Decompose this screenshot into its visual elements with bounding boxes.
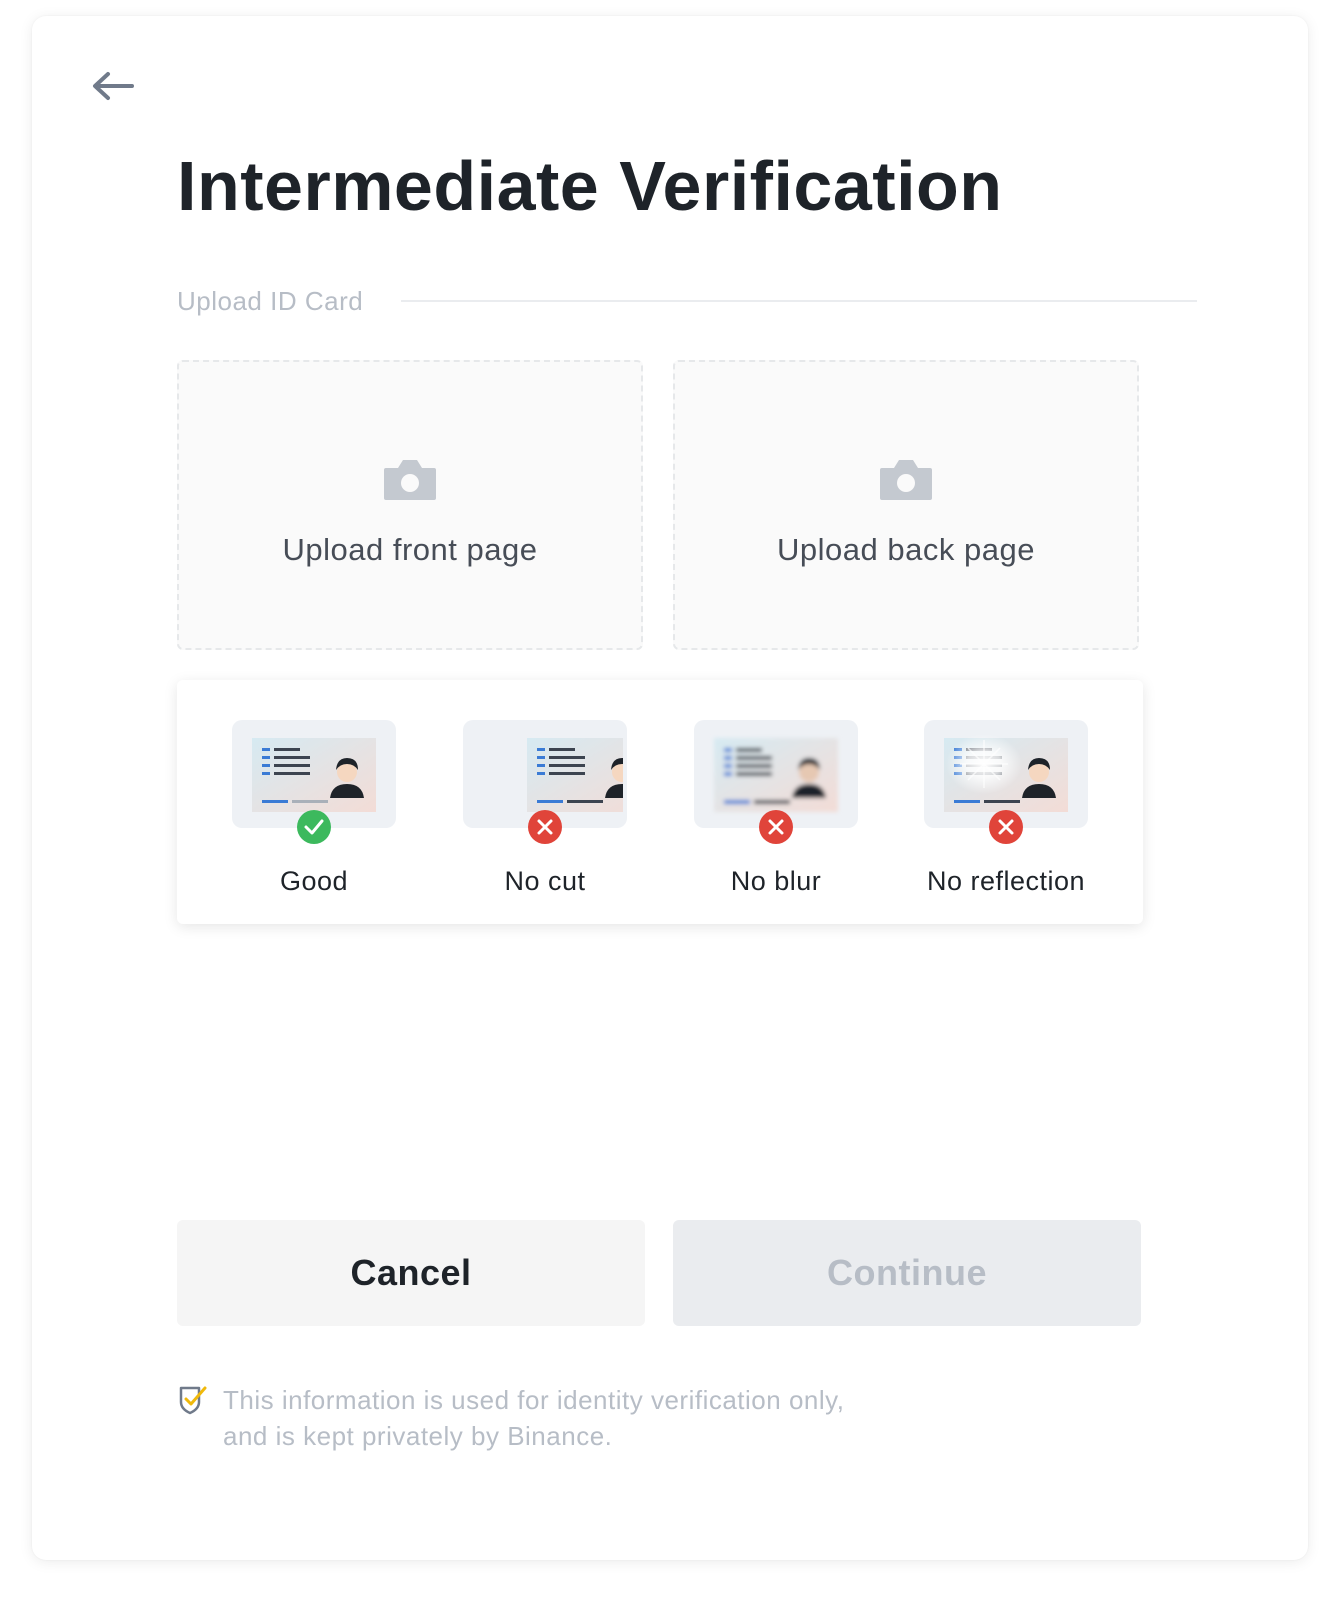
shield-check-icon bbox=[179, 1386, 207, 1415]
camera-icon bbox=[384, 460, 436, 500]
privacy-line-2: and is kept privately by Binance. bbox=[223, 1421, 613, 1451]
guideline-label: No cut bbox=[504, 866, 586, 896]
continue-button[interactable]: Continue bbox=[673, 1220, 1141, 1326]
camera-icon bbox=[880, 460, 932, 500]
guideline-good: Good bbox=[214, 720, 414, 910]
privacy-notice: This information is used for identity ve… bbox=[177, 1382, 937, 1454]
upload-back-label: Upload back page bbox=[777, 532, 1035, 567]
upload-front-page[interactable]: Upload front page bbox=[177, 360, 643, 650]
guideline-no-cut: No cut bbox=[445, 720, 645, 910]
check-icon bbox=[297, 810, 331, 844]
guideline-no-reflection: No reflection bbox=[906, 720, 1106, 910]
cross-icon bbox=[759, 810, 793, 844]
arrow-left-icon bbox=[93, 72, 134, 100]
upload-front-label: Upload front page bbox=[282, 532, 538, 567]
section-label: Upload ID Card bbox=[177, 285, 364, 316]
cross-icon bbox=[989, 810, 1023, 844]
photo-guidelines: Good No cut No blur No reflection bbox=[177, 680, 1143, 924]
guideline-no-blur: No blur bbox=[676, 720, 876, 910]
guideline-label: Good bbox=[279, 866, 349, 896]
privacy-line-1: This information is used for identity ve… bbox=[223, 1385, 845, 1415]
verification-card: Intermediate Verification Upload ID Card… bbox=[32, 16, 1308, 1560]
cancel-button[interactable]: Cancel bbox=[177, 1220, 645, 1326]
back-button[interactable] bbox=[90, 68, 134, 104]
guideline-label: No blur bbox=[730, 866, 822, 896]
page-title: Intermediate Verification bbox=[177, 147, 1003, 225]
upload-back-page[interactable]: Upload back page bbox=[673, 360, 1139, 650]
cross-icon bbox=[528, 810, 562, 844]
section-header: Upload ID Card bbox=[177, 286, 1197, 316]
privacy-text: This information is used for identity ve… bbox=[223, 1382, 844, 1454]
divider bbox=[401, 300, 1197, 302]
guideline-label: No reflection bbox=[926, 866, 1086, 896]
